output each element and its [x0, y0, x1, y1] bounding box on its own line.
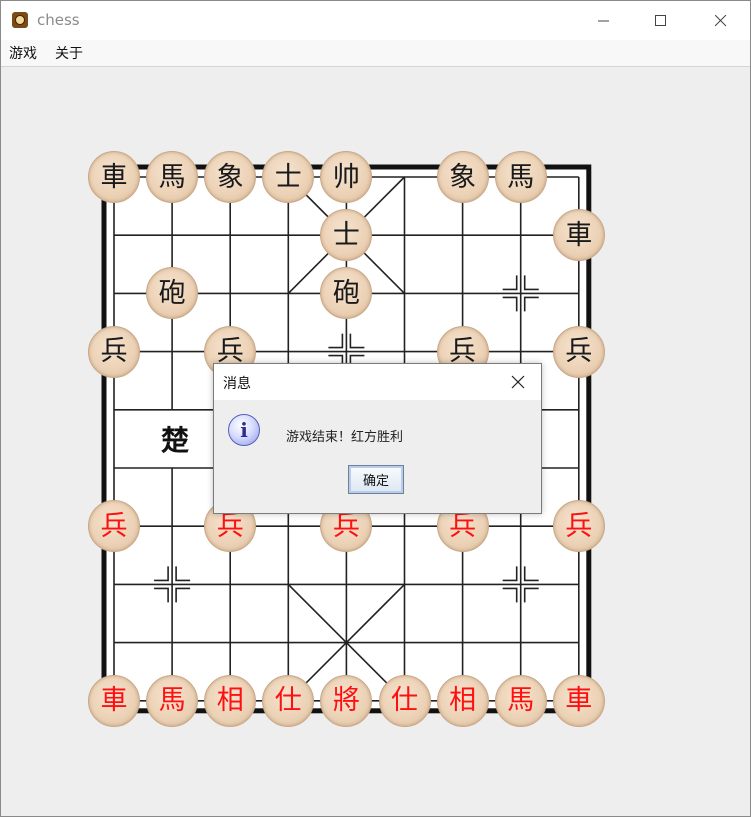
info-icon: i: [228, 414, 260, 446]
red-piece[interactable]: 馬: [494, 674, 547, 727]
black-piece[interactable]: 士: [262, 151, 315, 203]
river-label: 楚: [161, 424, 190, 457]
red-piece[interactable]: 車: [552, 674, 605, 727]
dialog-message: 游戏结束！红方胜利: [286, 430, 404, 445]
red-piece[interactable]: 兵: [88, 500, 140, 553]
red-piece[interactable]: 仕: [378, 674, 431, 727]
dialog-title: 消息: [223, 376, 251, 392]
black-piece[interactable]: 車: [552, 209, 605, 262]
red-piece[interactable]: 相: [204, 674, 257, 727]
black-piece[interactable]: 馬: [494, 151, 547, 203]
red-piece[interactable]: 車: [88, 674, 140, 727]
black-piece[interactable]: 帅: [320, 151, 373, 203]
dialog-close-icon[interactable]: [510, 374, 526, 390]
red-piece[interactable]: 兵: [552, 500, 605, 553]
black-piece[interactable]: 車: [88, 151, 140, 203]
red-piece[interactable]: 相: [436, 674, 489, 727]
black-piece[interactable]: 兵: [552, 325, 605, 378]
red-piece[interactable]: 仕: [262, 674, 315, 727]
red-piece[interactable]: 馬: [146, 674, 199, 727]
message-dialog: 消息 i 游戏结束！红方胜利 确定: [213, 363, 542, 514]
dialog-title-bar: 消息: [214, 364, 541, 400]
black-piece[interactable]: 象: [436, 151, 489, 203]
black-piece[interactable]: 兵: [88, 325, 140, 378]
black-piece[interactable]: 馬: [146, 151, 199, 203]
app-window: chess 游戏 关于 楚 車馬象士帅象馬士車砲砲兵兵兵兵兵兵兵兵兵車馬相仕將仕…: [0, 0, 751, 817]
ok-button[interactable]: 确定: [348, 465, 404, 494]
black-piece[interactable]: 象: [204, 151, 257, 203]
red-piece[interactable]: 將: [320, 674, 373, 727]
